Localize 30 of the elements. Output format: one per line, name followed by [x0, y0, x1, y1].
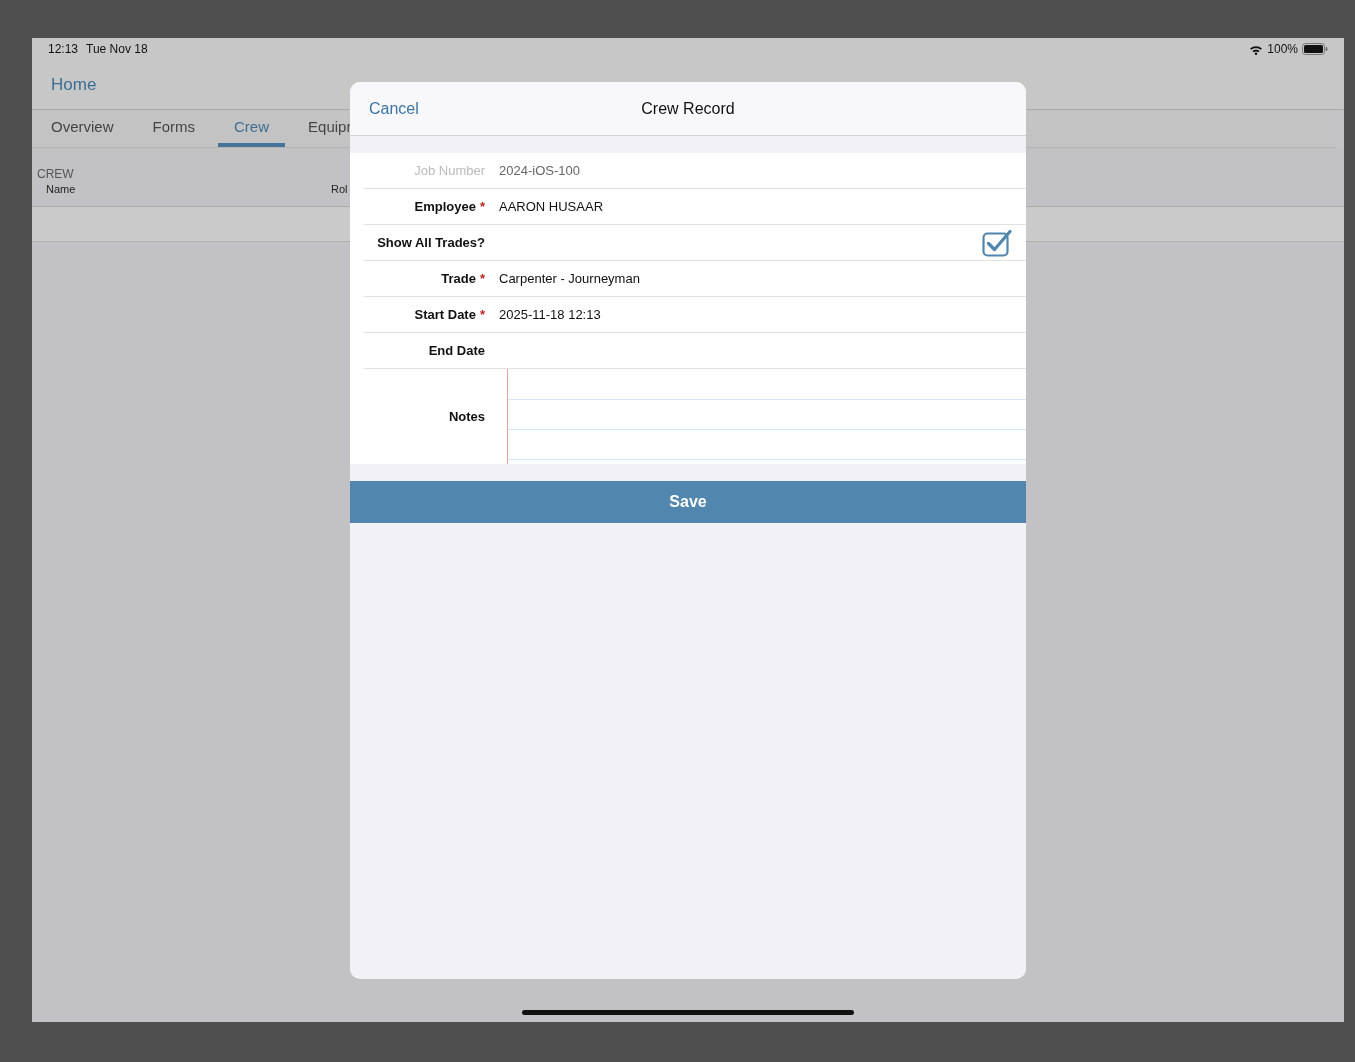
column-header: Rol	[331, 183, 348, 195]
section-header: CREW	[37, 167, 74, 181]
home-link[interactable]: Home	[51, 74, 97, 95]
required-mark: *	[479, 307, 485, 322]
required-mark: *	[479, 199, 485, 214]
checkbox[interactable]	[982, 228, 1012, 257]
field-label: Notes	[448, 409, 485, 424]
field-label: Trade	[441, 271, 476, 286]
battery-icon	[1302, 43, 1328, 55]
status-date: Tue Nov 18	[86, 42, 148, 56]
save-button[interactable]: Save	[350, 481, 1026, 523]
input-field[interactable]: AARON HUSAAR	[499, 189, 1026, 224]
field-label: Job Number	[414, 163, 485, 178]
notes-field[interactable]	[507, 369, 1026, 464]
field-label: Employee	[414, 199, 476, 214]
required-mark: *	[479, 271, 485, 286]
field-label: Start Date	[414, 307, 476, 322]
battery-percent: 100%	[1267, 42, 1298, 56]
input-field[interactable]: 2025-11-18 12:13	[499, 297, 1026, 332]
status-time: 12:13	[48, 42, 79, 56]
column-header: Name	[46, 183, 77, 195]
field-label: End Date	[428, 343, 485, 358]
tab[interactable]: Forms	[136, 110, 211, 147]
input-field: 2024-iOS-100	[499, 153, 1026, 188]
wifi-icon	[1249, 43, 1264, 55]
tab[interactable]: Overview	[35, 110, 130, 147]
field-label: Show All Trades?	[377, 235, 485, 250]
cancel-button[interactable]: Cancel	[369, 99, 489, 118]
modal-title: Crew Record	[640, 99, 736, 118]
input-field[interactable]: Carpenter - Journeyman	[499, 261, 1026, 296]
